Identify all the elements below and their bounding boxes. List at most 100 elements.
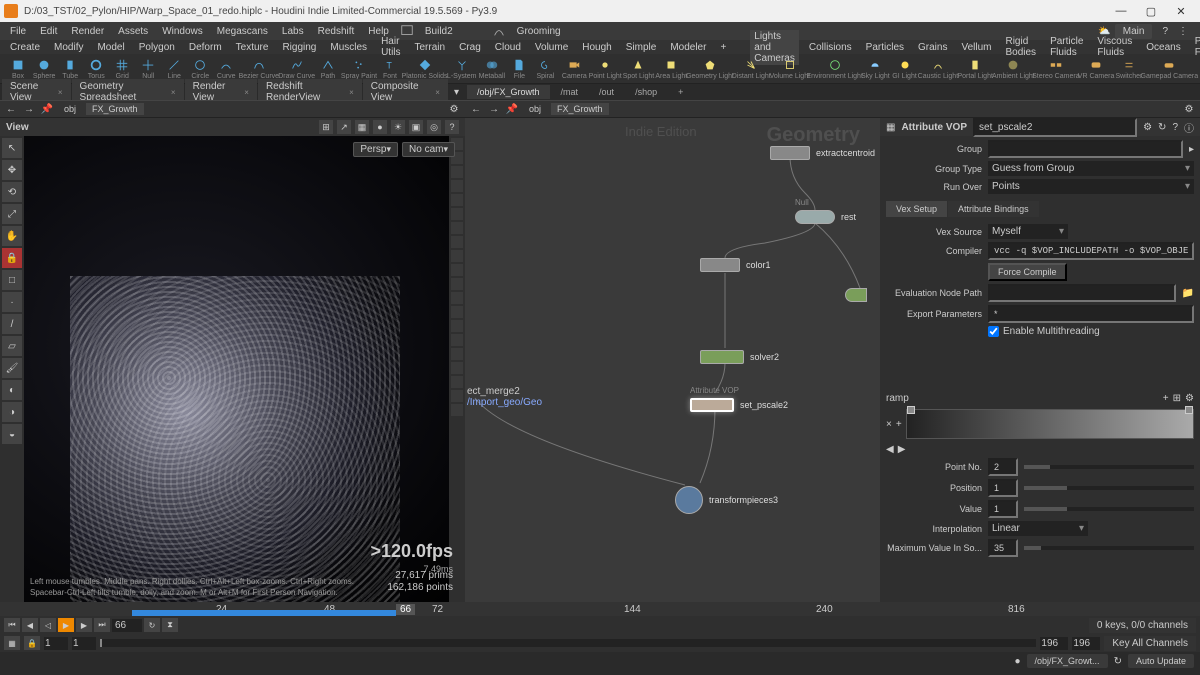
fwd-icon[interactable]: → <box>22 102 36 116</box>
extra-tool-1[interactable]: ◐ <box>2 380 22 400</box>
last-frame-button[interactable]: ⏭ <box>94 618 110 632</box>
group-input[interactable] <box>988 140 1183 158</box>
first-frame-button[interactable]: ⏮ <box>4 618 20 632</box>
minimize-button[interactable]: — <box>1106 0 1136 22</box>
node-set-pscale2[interactable]: set_pscale2Attribute VOP <box>690 398 788 412</box>
tool-arealight[interactable]: Area Light <box>656 57 687 81</box>
scale-tool[interactable]: ⤢ <box>2 204 22 224</box>
ramp-point-1[interactable] <box>907 406 915 414</box>
tool-metaball[interactable]: Metaball <box>478 57 505 81</box>
tool-geolight[interactable]: Geometry Light <box>689 57 731 81</box>
tool-tube[interactable]: Tube <box>58 57 82 81</box>
menu-megascans[interactable]: Megascans <box>211 24 274 39</box>
range-opts-button[interactable]: ▦ <box>4 636 20 650</box>
shelf-pfluids[interactable]: Particle Fluids <box>1046 36 1087 58</box>
evalpath-browse-icon[interactable]: 📁 <box>1182 288 1194 299</box>
info-icon[interactable]: ⓘ <box>1184 120 1194 135</box>
ntab-mat[interactable]: /mat <box>551 85 589 99</box>
shelf-create[interactable]: Create <box>6 42 44 53</box>
menu-edit[interactable]: Edit <box>34 24 63 39</box>
range-end-b[interactable] <box>1072 637 1100 650</box>
shelf-vfluids[interactable]: Viscous Fluids <box>1093 36 1136 58</box>
cloud-icon[interactable]: ⛅ <box>1098 26 1110 37</box>
play-rev-button[interactable]: ◁ <box>40 618 56 632</box>
shelf-rigging[interactable]: Rigging <box>278 42 320 53</box>
pose-tool[interactable]: ✋ <box>2 226 22 246</box>
sel-pt-tool[interactable]: · <box>2 292 22 312</box>
tool-gamepad[interactable]: Gamepad Camera <box>1145 57 1194 81</box>
ramp-opts-icon[interactable]: ⚙ <box>1185 393 1194 404</box>
select-tool[interactable]: ↖ <box>2 138 22 158</box>
network-canvas[interactable]: Geometry Indie Edition extractcentroid r… <box>465 118 880 602</box>
net-opts-icon[interactable]: ⚙ <box>1182 102 1196 116</box>
tool-torus[interactable]: Torus <box>84 57 108 81</box>
ramp-widget[interactable] <box>906 409 1194 439</box>
tool-spray[interactable]: Spray Paint <box>342 57 376 81</box>
tool-ambientlight[interactable]: Ambient Light <box>994 57 1033 81</box>
value-slider[interactable] <box>1024 507 1194 511</box>
menu-windows[interactable]: Windows <box>156 24 209 39</box>
next-frame-button[interactable]: ▶ <box>76 618 92 632</box>
shelf-hair[interactable]: Hair Utils <box>377 36 404 58</box>
range-start-a[interactable] <box>44 637 68 650</box>
current-frame-marker[interactable]: 66 <box>396 604 415 615</box>
tool-vollight[interactable]: Volume Light <box>771 57 808 81</box>
path-fx[interactable]: FX_Growth <box>86 103 144 115</box>
menu-labs[interactable]: Labs <box>276 24 310 39</box>
ramp-collapse-icon[interactable]: × <box>886 419 892 430</box>
extra-tool-2[interactable]: ◑ <box>2 402 22 422</box>
compiler-input[interactable] <box>988 242 1194 260</box>
disp-opt-8[interactable] <box>451 236 463 248</box>
pane-menu-icon[interactable]: ▾ <box>450 87 463 98</box>
shelf-modify[interactable]: Modify <box>50 42 87 53</box>
node-color1[interactable]: color1 <box>700 258 771 272</box>
pointno-input[interactable] <box>988 458 1018 476</box>
tool-lsystem[interactable]: L-System <box>447 57 476 81</box>
shade-icon[interactable]: ● <box>373 120 387 134</box>
close-icon[interactable]: × <box>58 88 63 97</box>
shelf-model[interactable]: Model <box>93 42 128 53</box>
ntab-add[interactable]: + <box>668 85 693 99</box>
help-view-icon[interactable]: ? <box>445 120 459 134</box>
shelf-grains[interactable]: Grains <box>914 42 951 53</box>
sel-edge-tool[interactable]: / <box>2 314 22 334</box>
play-button[interactable]: ▶ <box>58 618 74 632</box>
light-icon[interactable]: ☀ <box>391 120 405 134</box>
menu-chevron-icon[interactable]: ⋮ <box>1178 26 1188 37</box>
tool-path[interactable]: Path <box>316 57 340 81</box>
menu-render[interactable]: Render <box>65 24 110 39</box>
shelf-hough[interactable]: Hough <box>578 42 615 53</box>
multithread-checkbox[interactable]: Enable Multithreading <box>988 326 1100 337</box>
rotate-tool[interactable]: ⟲ <box>2 182 22 202</box>
shelf-polygon[interactable]: Polygon <box>135 42 179 53</box>
evalpath-input[interactable] <box>988 284 1176 302</box>
disp-opt-9[interactable] <box>451 250 463 262</box>
reload-icon[interactable]: ↻ <box>1158 122 1166 133</box>
realtime-button[interactable]: ⧗ <box>162 618 178 632</box>
cam-toggle[interactable]: No cam▾ <box>402 142 455 157</box>
viewport-3d[interactable]: ↖ ✥ ⟲ ⤢ ✋ 🔒 □ · / ▱ 🖌 ◐ ◑ ◒ Persp▾ <box>0 136 465 602</box>
shelf-oceans[interactable]: Oceans <box>1142 42 1184 53</box>
tool-spiral[interactable]: Spiral <box>533 57 557 81</box>
nback-icon[interactable]: ← <box>469 102 483 116</box>
range-end-a[interactable] <box>1040 637 1068 650</box>
shelf-texture[interactable]: Texture <box>232 42 273 53</box>
path-opts-icon[interactable]: ⚙ <box>447 102 461 116</box>
disp-opt-7[interactable] <box>451 222 463 234</box>
tool-grid[interactable]: Grid <box>110 57 134 81</box>
tool-pointlight[interactable]: Point Light <box>589 57 621 81</box>
tool-box[interactable]: Box <box>6 57 30 81</box>
disp-opt-17[interactable] <box>451 362 463 374</box>
loop-button[interactable]: ↻ <box>144 618 160 632</box>
ntab-out[interactable]: /out <box>589 85 624 99</box>
position-slider[interactable] <box>1024 486 1194 490</box>
ntab-shop[interactable]: /shop <box>625 85 667 99</box>
tool-line[interactable]: Line <box>162 57 186 81</box>
value-input[interactable] <box>988 500 1018 518</box>
disp-opt-20[interactable] <box>451 404 463 416</box>
shelf-crag[interactable]: Crag <box>455 42 485 53</box>
node-name-input[interactable] <box>973 118 1137 137</box>
disp-opt-10[interactable] <box>451 264 463 276</box>
shelf-rigid[interactable]: Rigid Bodies <box>1001 36 1040 58</box>
help-parm-icon[interactable]: ? <box>1172 122 1178 133</box>
